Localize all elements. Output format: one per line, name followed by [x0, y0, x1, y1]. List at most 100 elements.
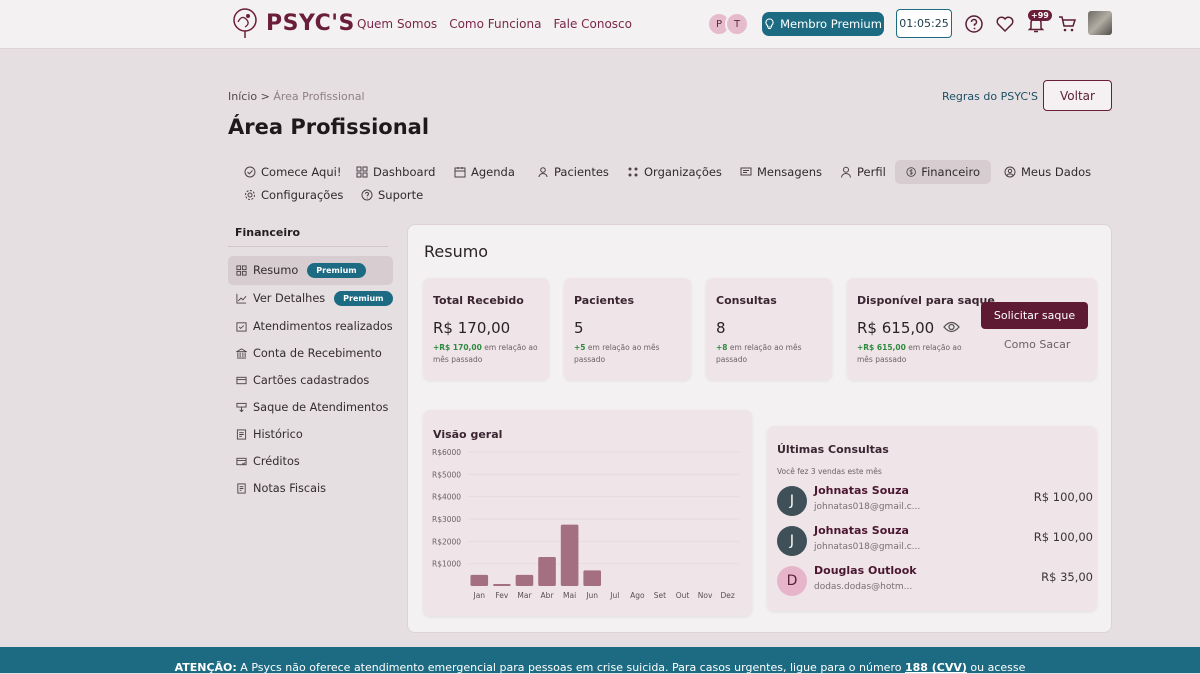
tab-perfil[interactable]: Perfil — [829, 160, 897, 184]
y-tick-label: R$2000 — [432, 537, 461, 546]
tab-comece-aqui[interactable]: Comece Aqui! — [233, 160, 352, 184]
y-tick-label: R$5000 — [432, 470, 461, 479]
session-timer: 01:05:25 — [896, 9, 952, 38]
stat-value: 8 — [716, 319, 726, 337]
section-title: Resumo — [424, 242, 489, 261]
eye-icon[interactable] — [943, 320, 960, 334]
cvv-phone-link[interactable]: 188 (CVV) — [905, 661, 967, 674]
tab-label: Dashboard — [373, 165, 436, 179]
sidebar-item-saque[interactable]: Saque de Atendimentos — [228, 393, 393, 421]
help-icon[interactable] — [964, 14, 984, 34]
tab-suporte[interactable]: Suporte — [350, 183, 434, 207]
request-withdraw-button[interactable]: Solicitar saque — [981, 302, 1088, 329]
x-tick-label: Set — [654, 591, 666, 600]
help-icon — [361, 189, 373, 201]
rules-link[interactable]: Regras do PSYC'S — [942, 90, 1038, 103]
invoice-icon — [237, 482, 246, 494]
bar-fev[interactable] — [493, 584, 511, 586]
logo[interactable]: PSYC'S — [228, 6, 355, 40]
patient-name: Johnatas Souza — [814, 524, 909, 537]
notice-text: A Psycs não oferece atendimento emergenc… — [236, 661, 905, 674]
stat-change: +R$ 170,00 — [433, 343, 482, 352]
user-avatar-photo[interactable] — [1088, 11, 1112, 35]
sidebar-item-creditos[interactable]: Créditos — [228, 447, 393, 475]
list-item[interactable]: J Johnatas Souza johnatas018@gmail.c... … — [777, 524, 1093, 558]
tab-label: Perfil — [857, 165, 886, 179]
list-subtitle: Você fez 3 vendas este mês — [777, 467, 882, 476]
bar-mar[interactable] — [515, 574, 534, 586]
withdraw-icon — [236, 402, 247, 412]
breadcrumb-current: Área Profissional — [273, 90, 365, 103]
sidebar-item-historico[interactable]: Histórico — [228, 420, 393, 448]
grid-icon — [236, 265, 247, 276]
back-button[interactable]: Voltar — [1043, 80, 1112, 111]
stat-note-text: em relação ao mês passado — [574, 343, 660, 364]
profile-icon — [841, 166, 851, 178]
stat-label: Pacientes — [574, 294, 635, 307]
patient-email: johnatas018@gmail.c... — [814, 542, 921, 552]
tab-meus-dados[interactable]: Meus Dados — [993, 160, 1102, 184]
stat-note: +R$ 615,00 em relação ao mês passado — [857, 342, 969, 366]
x-tick-label: Dez — [721, 591, 735, 600]
tab-dashboard[interactable]: Dashboard — [345, 160, 446, 184]
stat-value: R$ 170,00 — [433, 319, 511, 337]
breadcrumb-home[interactable]: Início — [228, 90, 257, 103]
bar-jun[interactable] — [583, 570, 602, 586]
calendar-icon — [454, 167, 466, 178]
x-tick-label: Ago — [630, 591, 645, 600]
bar-mai[interactable] — [560, 524, 579, 586]
bar-abr[interactable] — [538, 556, 556, 586]
premium-badge: Premium — [334, 290, 393, 306]
bar-jan[interactable] — [470, 574, 489, 586]
user-avatars[interactable]: P T — [707, 12, 749, 36]
how-to-withdraw-link[interactable]: Como Sacar — [1004, 338, 1070, 351]
avatar[interactable]: T — [725, 12, 749, 36]
patient-email: johnatas018@gmail.c... — [814, 502, 921, 512]
premium-member-button[interactable]: Membro Premium — [762, 12, 884, 36]
organization-icon — [628, 167, 638, 177]
stat-card-pacientes: Pacientes 5 +5 em relação ao mês passado — [564, 278, 691, 380]
sidebar-item-notas-fiscais[interactable]: Notas Fiscais — [228, 474, 393, 502]
sidebar-item-resumo[interactable]: Resumo Premium — [228, 256, 393, 285]
recent-consultations-card: Últimas Consultas Você fez 3 vendas este… — [767, 426, 1097, 611]
stat-label: Consultas — [716, 294, 777, 307]
cart-icon[interactable] — [1057, 14, 1077, 34]
bank-icon — [236, 347, 247, 359]
list-item[interactable]: D Douglas Outlook dodas.dodas@hotm... R$… — [777, 564, 1093, 598]
sidebar-item-ver-detalhes[interactable]: Ver Detalhes Premium — [228, 284, 393, 312]
x-tick-label: Out — [676, 591, 690, 600]
patient-email: dodas.dodas@hotm... — [814, 582, 913, 592]
stat-change: +8 — [716, 343, 728, 352]
nav-quem-somos[interactable]: Quem Somos — [357, 17, 437, 31]
tab-configuracoes[interactable]: Configurações — [233, 183, 354, 207]
tab-agenda[interactable]: Agenda — [443, 160, 526, 184]
x-tick-label: Abr — [541, 591, 555, 600]
tab-financeiro[interactable]: Financeiro — [895, 160, 991, 184]
page-title: Área Profissional — [228, 115, 430, 139]
nav-como-funciona[interactable]: Como Funciona — [449, 17, 541, 31]
y-tick-label: R$6000 — [432, 448, 461, 457]
sidebar-item-atendimentos[interactable]: Atendimentos realizados — [228, 312, 393, 340]
breadcrumb: Início > Área Profissional — [228, 90, 365, 103]
tab-label: Configurações — [261, 188, 344, 202]
breadcrumb-separator: > — [257, 90, 274, 103]
heart-icon[interactable] — [995, 14, 1015, 34]
gear-icon — [245, 190, 255, 200]
x-tick-label: Jul — [609, 591, 619, 600]
consultation-amount: R$ 100,00 — [1033, 530, 1093, 544]
tab-label: Suporte — [378, 188, 424, 202]
stat-value: R$ 615,00 — [857, 319, 935, 337]
tab-label: Mensagens — [757, 165, 822, 179]
stat-card-disponivel-saque: Disponível para saque R$ 615,00 +R$ 615,… — [847, 278, 1097, 380]
tab-organizacoes[interactable]: Organizações — [616, 160, 733, 184]
sidebar-item-conta-recebimento[interactable]: Conta de Recebimento — [228, 339, 393, 367]
tab-pacientes[interactable]: Pacientes — [526, 160, 620, 184]
nav-fale-conosco[interactable]: Fale Conosco — [553, 17, 632, 31]
tab-mensagens[interactable]: Mensagens — [729, 160, 833, 184]
sidebar-item-cartoes[interactable]: Cartões cadastrados — [228, 366, 393, 394]
sidebar-item-label: Saque de Atendimentos — [253, 400, 389, 414]
user-circle-icon — [1004, 166, 1016, 178]
list-item[interactable]: J Johnatas Souza johnatas018@gmail.c... … — [777, 484, 1093, 518]
avatar: J — [777, 486, 807, 516]
main-nav: Quem Somos Como Funciona Fale Conosco — [357, 17, 632, 31]
